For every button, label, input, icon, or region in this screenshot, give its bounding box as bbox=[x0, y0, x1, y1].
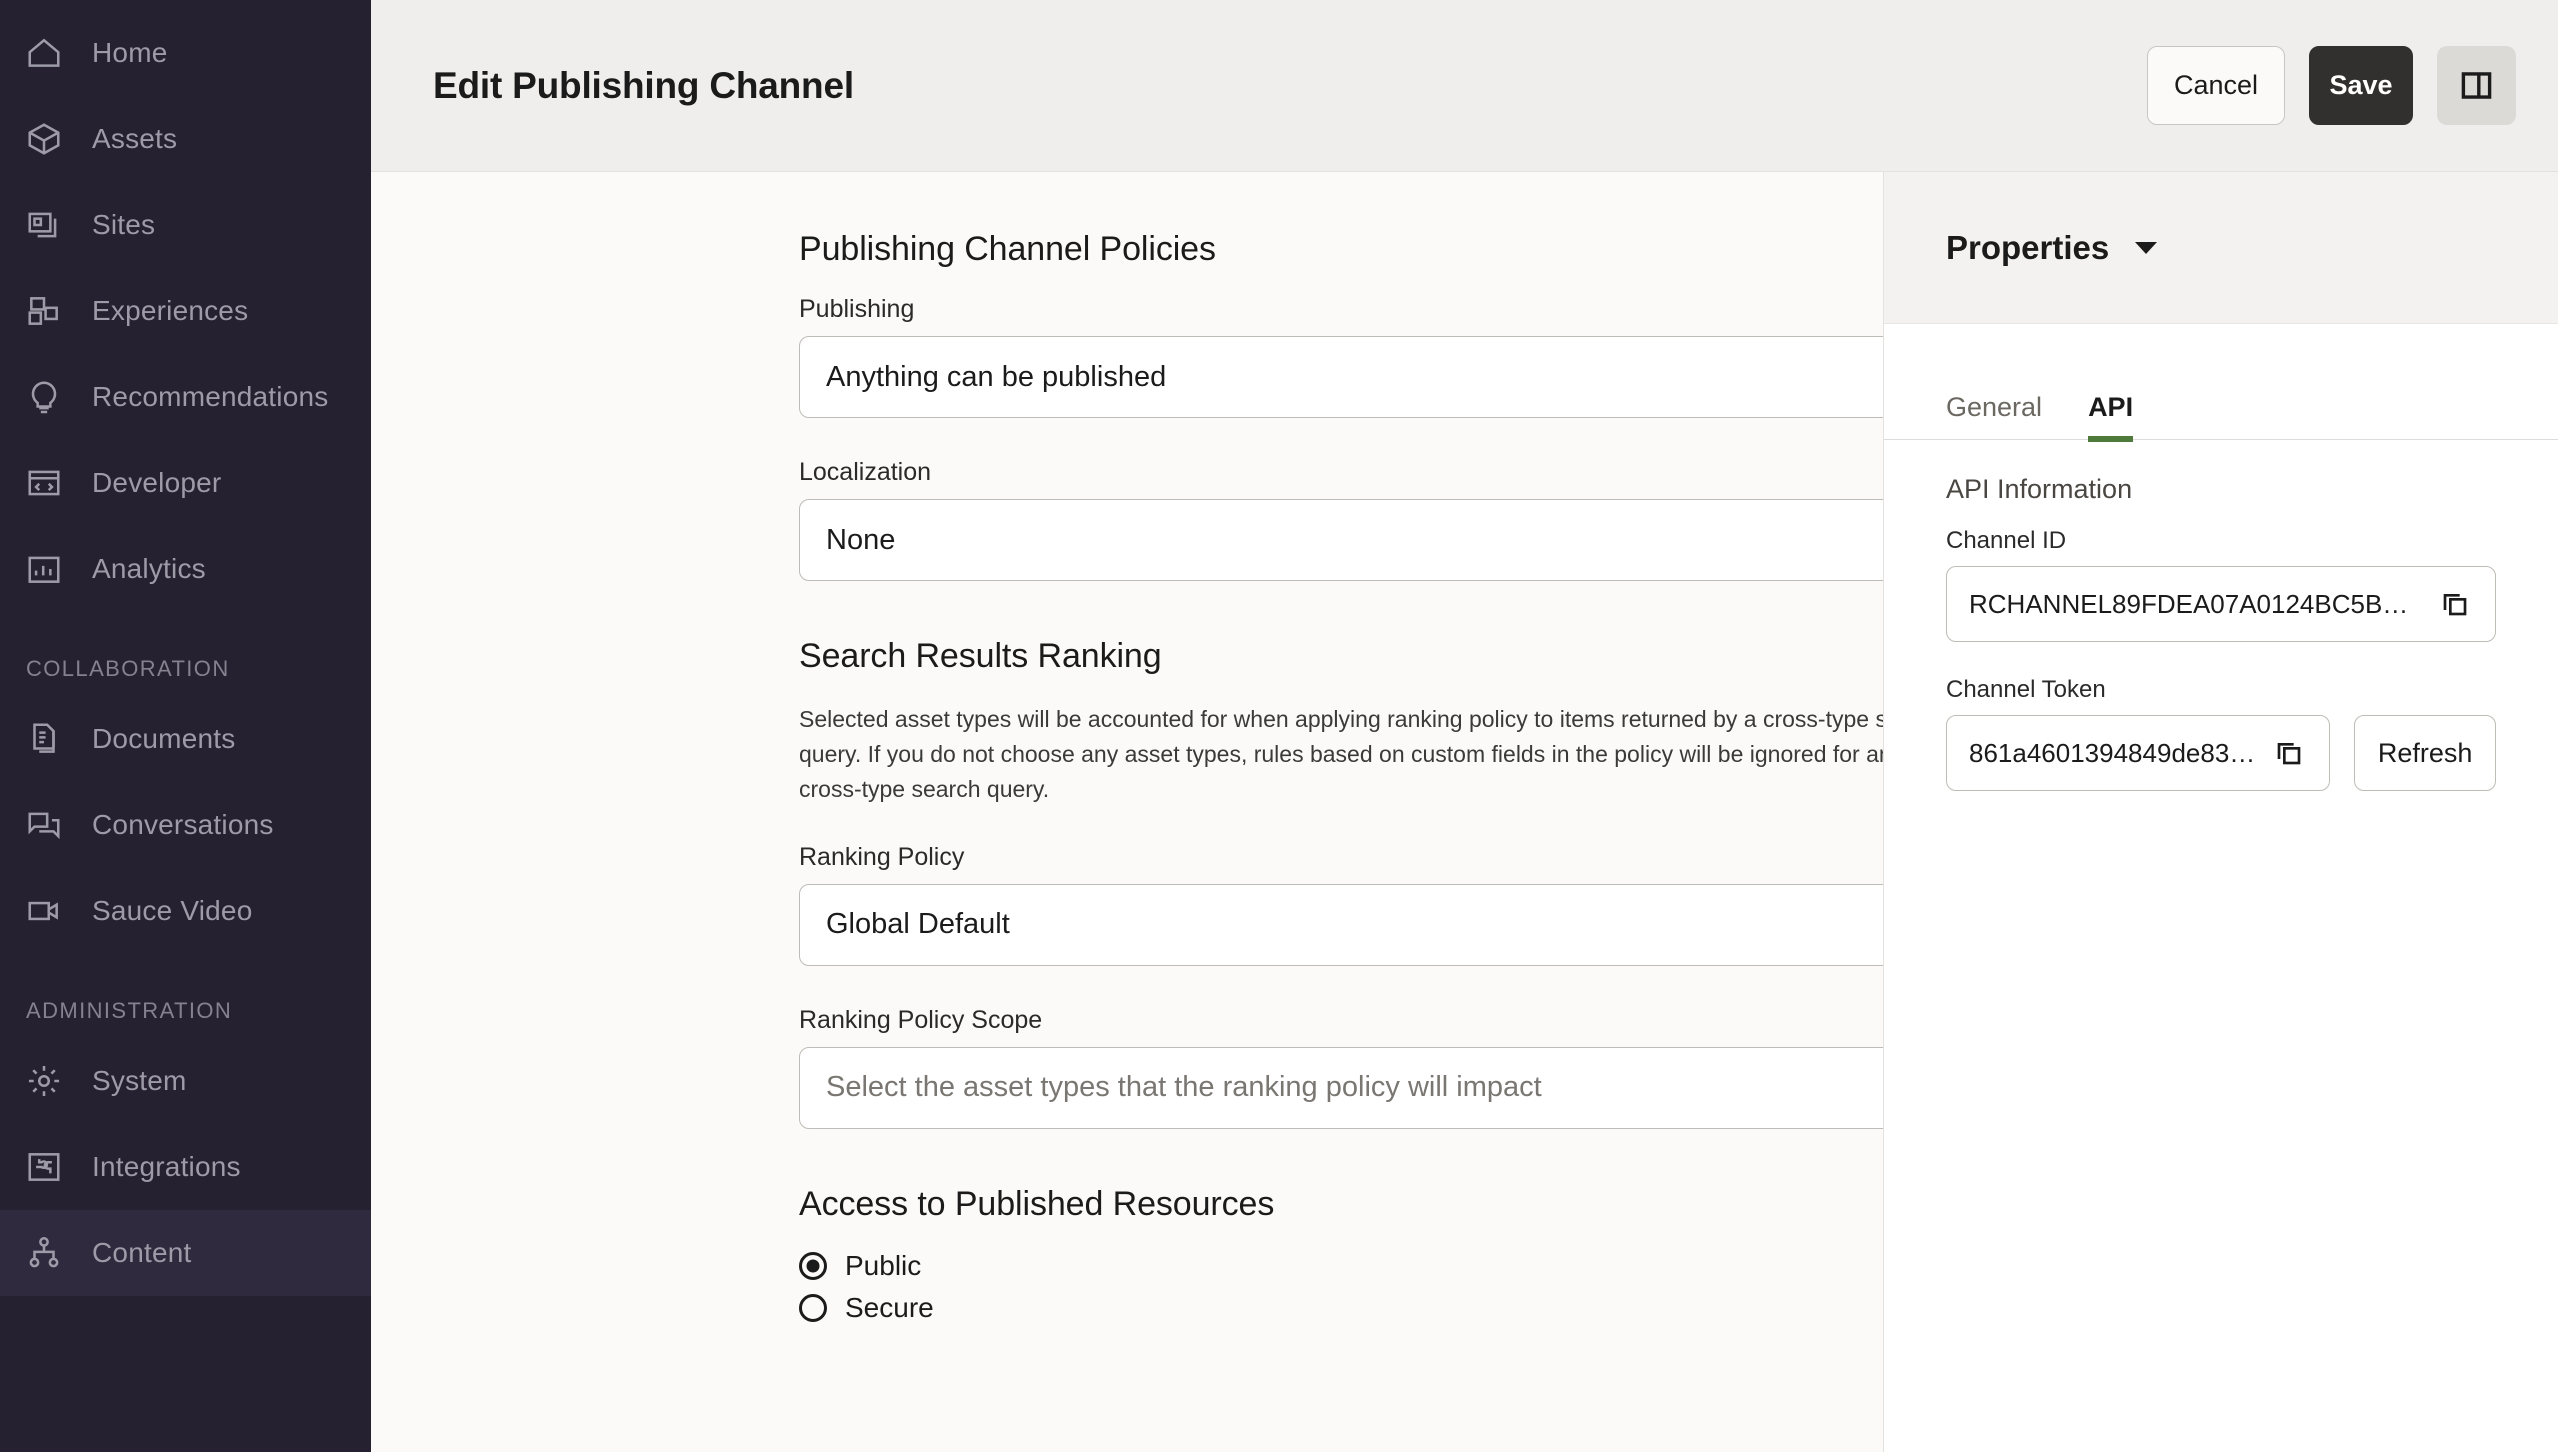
sidebar-item-label: Sites bbox=[92, 209, 156, 240]
chevron-down-icon[interactable] bbox=[2135, 241, 2158, 254]
sidebar-item-content[interactable]: Content bbox=[0, 1210, 371, 1296]
page-title: Edit Publishing Channel bbox=[433, 64, 854, 106]
sidebar-section-administration: ADMINISTRATION bbox=[26, 998, 233, 1023]
sidebar-item-home[interactable]: Home bbox=[0, 10, 371, 96]
properties-title: Properties bbox=[1946, 228, 2110, 266]
publishing-policies-heading: Publishing Channel Policies bbox=[799, 230, 1216, 268]
sidebar-item-recommendations[interactable]: Recommendations bbox=[0, 354, 371, 440]
sidebar-item-label: Recommendations bbox=[92, 381, 329, 412]
code-window-icon bbox=[22, 461, 66, 505]
split-panel-icon[interactable] bbox=[2437, 46, 2516, 125]
sidebar-item-developer[interactable]: Developer bbox=[0, 440, 371, 526]
ranking-scope-placeholder: Select the asset types that the ranking … bbox=[826, 1071, 1542, 1104]
copy-icon[interactable] bbox=[2271, 735, 2307, 771]
sidebar-item-conversations[interactable]: Conversations bbox=[0, 782, 371, 868]
sidebar-item-label: Assets bbox=[92, 123, 178, 154]
sidebar-item-label: Documents bbox=[92, 723, 236, 754]
sidebar-item-label: Integrations bbox=[92, 1151, 241, 1182]
sidebar-item-integrations[interactable]: Integrations bbox=[0, 1124, 371, 1210]
home-icon bbox=[22, 31, 66, 75]
conversations-icon bbox=[22, 803, 66, 847]
ranking-scope-input[interactable]: Select the asset types that the ranking … bbox=[799, 1046, 1883, 1129]
channel-id-label: Channel ID bbox=[1946, 527, 2067, 554]
channel-token-value: 861a4601394849de83… bbox=[1969, 737, 2256, 768]
channel-token-row: 861a4601394849de83… Refresh bbox=[1946, 715, 2496, 791]
radio-label: Secure bbox=[845, 1291, 934, 1323]
sidebar-item-system[interactable]: System bbox=[0, 1038, 371, 1124]
content-hierarchy-icon bbox=[22, 1231, 66, 1275]
app-root: Home Assets Sites Experiences Recommenda bbox=[0, 0, 2558, 1452]
channel-id-value: RCHANNEL89FDEA07A0124BC5B… bbox=[1969, 588, 2409, 619]
assets-box-icon bbox=[22, 117, 66, 161]
sidebar-item-label: System bbox=[92, 1065, 187, 1096]
properties-panel: Properties General API API Information C… bbox=[1884, 172, 2558, 1452]
sidebar-item-label: Sauce Video bbox=[92, 895, 253, 926]
sidebar-item-label: Developer bbox=[92, 467, 222, 498]
bar-chart-icon bbox=[22, 547, 66, 591]
top-header: Edit Publishing Channel Cancel Save bbox=[371, 0, 2558, 172]
form-column: Publishing Channel Policies Publishing A… bbox=[371, 172, 1884, 1452]
sidebar: Home Assets Sites Experiences Recommenda bbox=[0, 0, 371, 1452]
ranking-policy-value: Global Default bbox=[826, 908, 1010, 941]
sidebar-item-analytics[interactable]: Analytics bbox=[0, 526, 371, 612]
sites-icon bbox=[22, 203, 66, 247]
localization-label: Localization bbox=[799, 458, 932, 486]
ranking-policy-select[interactable]: Global Default bbox=[799, 883, 1883, 966]
sidebar-section-collaboration: COLLABORATION bbox=[26, 656, 230, 681]
sidebar-item-experiences[interactable]: Experiences bbox=[0, 268, 371, 354]
publishing-select[interactable]: Anything can be published bbox=[799, 336, 1883, 418]
localization-value: None bbox=[826, 523, 896, 556]
localization-select[interactable]: None bbox=[799, 499, 1883, 581]
api-information-heading: API Information bbox=[1946, 474, 2133, 504]
radio-option-public[interactable]: Public bbox=[799, 1249, 1883, 1282]
ranking-policy-label: Ranking Policy bbox=[799, 842, 965, 871]
lightbulb-icon bbox=[22, 375, 66, 419]
ranking-help-text: Selected asset types will be accounted f… bbox=[799, 706, 1884, 802]
search-ranking-heading: Search Results Ranking bbox=[799, 637, 1162, 675]
header-actions: Cancel Save bbox=[2147, 46, 2516, 125]
main-area: Edit Publishing Channel Cancel Save Publ… bbox=[371, 0, 2558, 1452]
channel-token-label: Channel Token bbox=[1946, 676, 2106, 703]
tab-api[interactable]: API bbox=[2088, 392, 2134, 442]
sidebar-item-label: Analytics bbox=[92, 553, 206, 584]
radio-button-icon[interactable] bbox=[799, 1293, 827, 1322]
experiences-icon bbox=[22, 289, 66, 333]
publishing-value: Anything can be published bbox=[826, 360, 1167, 393]
radio-button-icon[interactable] bbox=[799, 1251, 827, 1280]
documents-icon bbox=[22, 717, 66, 761]
sidebar-item-label: Home bbox=[92, 37, 168, 68]
body-split: Publishing Channel Policies Publishing A… bbox=[371, 172, 2558, 1452]
channel-id-field[interactable]: RCHANNEL89FDEA07A0124BC5B… bbox=[1946, 566, 2496, 642]
channel-token-field[interactable]: 861a4601394849de83… bbox=[1946, 715, 2331, 791]
sidebar-item-label: Content bbox=[92, 1237, 192, 1268]
copy-icon[interactable] bbox=[2437, 586, 2473, 622]
ranking-scope-label: Ranking Policy Scope bbox=[799, 1005, 1043, 1034]
properties-body: API Information Channel ID RCHANNEL89FDE… bbox=[1884, 440, 2558, 791]
sidebar-item-label: Conversations bbox=[92, 809, 274, 840]
access-resources-heading: Access to Published Resources bbox=[799, 1184, 1275, 1223]
sidebar-item-documents[interactable]: Documents bbox=[0, 696, 371, 782]
tab-general[interactable]: General bbox=[1946, 392, 2042, 439]
sidebar-item-sites[interactable]: Sites bbox=[0, 182, 371, 268]
properties-header: Properties bbox=[1884, 172, 2558, 324]
video-camera-icon bbox=[22, 889, 66, 933]
sidebar-item-assets[interactable]: Assets bbox=[0, 96, 371, 182]
properties-tabs: General API bbox=[1884, 324, 2558, 442]
save-button[interactable]: Save bbox=[2309, 46, 2413, 125]
integrations-icon bbox=[22, 1145, 66, 1189]
refresh-token-button[interactable]: Refresh bbox=[2354, 715, 2496, 791]
sidebar-item-sauce-video[interactable]: Sauce Video bbox=[0, 868, 371, 954]
radio-label: Public bbox=[845, 1249, 922, 1281]
sidebar-item-label: Experiences bbox=[92, 295, 249, 326]
gear-icon bbox=[22, 1059, 66, 1103]
publishing-label: Publishing bbox=[799, 295, 915, 323]
cancel-button[interactable]: Cancel bbox=[2147, 46, 2285, 125]
radio-option-secure[interactable]: Secure bbox=[799, 1291, 1883, 1324]
